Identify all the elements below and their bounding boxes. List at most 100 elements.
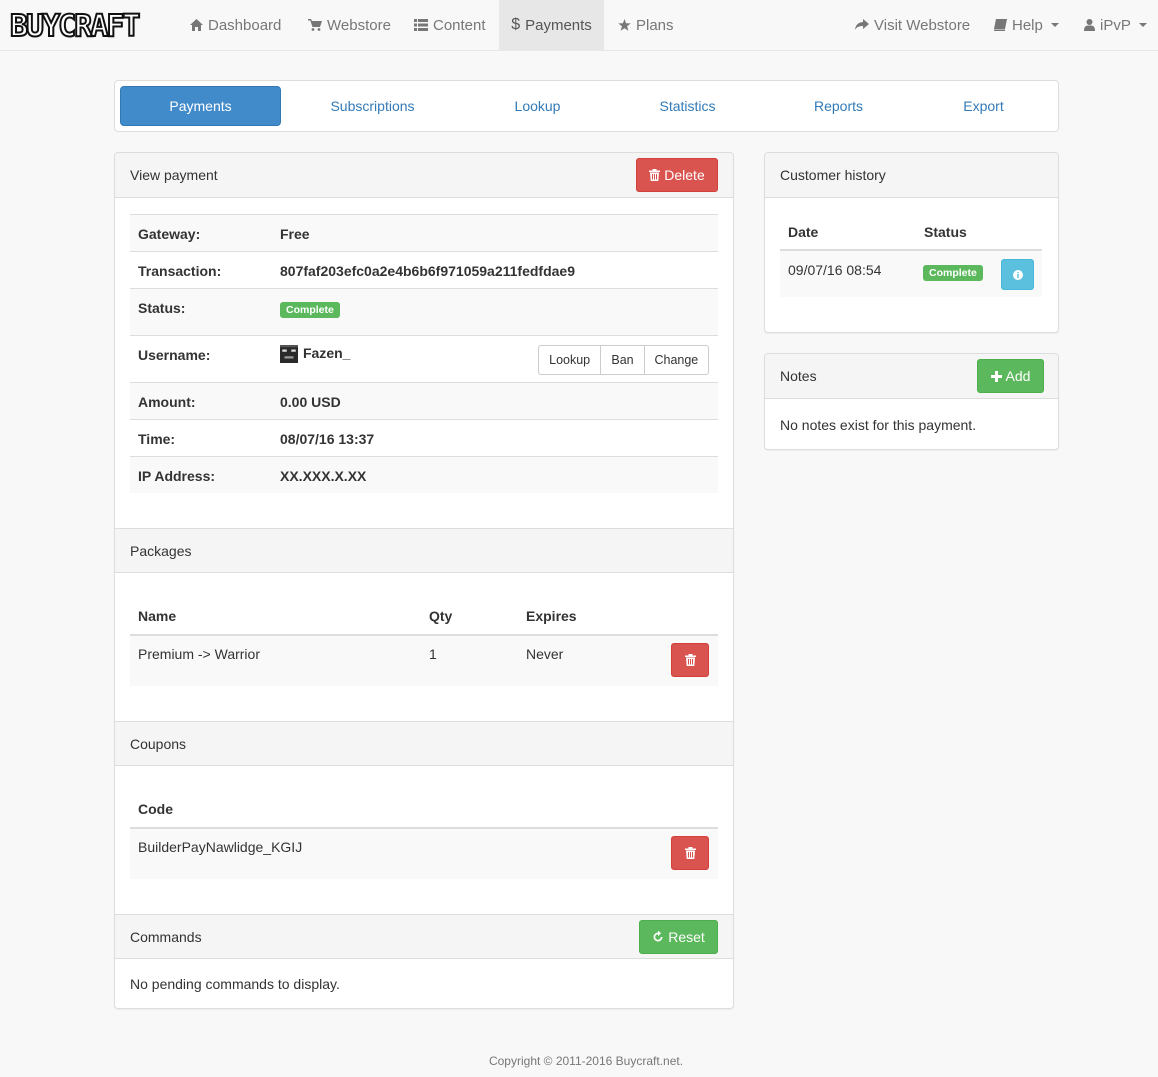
notes-heading: Notes Add <box>765 354 1058 399</box>
packages-heading: Packages <box>115 528 733 573</box>
subnav-payments[interactable]: Payments <box>120 86 281 126</box>
time-label: Time: <box>138 431 176 447</box>
nav-user-label: iPvP <box>1100 16 1131 34</box>
subnav-export[interactable]: Export <box>926 86 1041 126</box>
buycraft-logo[interactable]: BUYCRAFT <box>8 8 154 42</box>
status-value-wrap: Complete <box>280 300 340 318</box>
star-icon <box>618 19 631 31</box>
packages-header-name: Name <box>138 608 177 624</box>
add-label: Add <box>1005 368 1031 384</box>
notes-title: Notes <box>780 368 817 384</box>
username-value-wrap: Fazen_ <box>280 345 351 364</box>
nav-user-dropdown[interactable]: iPvP <box>1071 0 1158 50</box>
nav-payments-label: Payments <box>525 16 592 34</box>
chevron-down-icon <box>1138 23 1147 27</box>
notes-empty-text: No notes exist for this payment. <box>780 417 977 433</box>
gateway-value: Free <box>280 226 310 242</box>
status-label: Status: <box>138 300 186 316</box>
history-header-date: Date <box>788 224 819 240</box>
plus-icon <box>990 370 1002 382</box>
detail-row-ip: IP Address: XX.XXX.X.XX <box>130 456 718 493</box>
packages-title: Packages <box>130 543 192 559</box>
detail-row-status: Status: Complete <box>130 288 718 335</box>
trash-icon <box>649 169 661 181</box>
user-icon <box>1084 19 1095 31</box>
table-row: Premium -> Warrior 1 Never <box>130 636 718 686</box>
amount-label: Amount: <box>138 394 196 410</box>
nav-visit-webstore-label: Visit Webstore <box>874 16 971 34</box>
history-date: 09/07/16 08:54 <box>788 262 882 278</box>
trash-icon <box>684 654 696 666</box>
username-value: Fazen_ <box>303 345 351 361</box>
detail-row-gateway: Gateway: Free <box>130 214 718 251</box>
coupons-title: Coupons <box>130 736 187 752</box>
commands-title: Commands <box>130 929 202 945</box>
packages-header-expires: Expires <box>526 608 577 624</box>
nav-plans[interactable]: Plans <box>605 0 687 50</box>
lookup-user-button[interactable]: Lookup <box>539 346 600 374</box>
user-actions-group: Lookup Ban Change <box>538 345 709 375</box>
top-navbar: BUYCRAFT Dashboard Webstore Content $ Pa… <box>0 0 1158 51</box>
nav-help-dropdown[interactable]: Help <box>981 0 1072 50</box>
reset-commands-button[interactable]: Reset <box>639 920 718 954</box>
view-history-button[interactable] <box>1001 259 1034 290</box>
detail-row-amount: Amount: 0.00 USD <box>130 382 718 419</box>
subnav-subscriptions[interactable]: Subscriptions <box>300 86 445 126</box>
refresh-icon <box>652 931 664 943</box>
detail-row-transaction: Transaction: 807faf203efc0a2e4b6b6f97105… <box>130 251 718 288</box>
table-row: 09/07/16 08:54 Complete <box>780 251 1042 297</box>
coupons-header-code: Code <box>138 801 173 817</box>
subnav-statistics[interactable]: Statistics <box>630 86 745 126</box>
transaction-label: Transaction: <box>138 263 222 279</box>
list-icon <box>414 19 428 31</box>
ban-user-button[interactable]: Ban <box>600 346 643 374</box>
nav-payments[interactable]: $ Payments <box>499 0 604 50</box>
nav-help-label: Help <box>1012 16 1043 34</box>
customer-history-heading: Customer history <box>765 153 1058 198</box>
nav-dashboard[interactable]: Dashboard <box>177 0 294 50</box>
customer-history-panel: Customer history Date Status 09/07/16 08… <box>764 152 1059 333</box>
payments-subnav: Payments Subscriptions Lookup Statistics… <box>114 80 1059 132</box>
detail-row-time: Time: 08/07/16 13:37 <box>130 419 718 456</box>
view-payment-title: View payment <box>130 167 218 183</box>
dollar-icon: $ <box>511 16 521 33</box>
reset-label: Reset <box>668 929 705 945</box>
cart-icon <box>308 19 322 31</box>
delete-coupon-button[interactable] <box>671 836 709 870</box>
ip-value: XX.XXX.X.XX <box>280 468 367 484</box>
add-note-button[interactable]: Add <box>977 359 1044 393</box>
nav-dashboard-label: Dashboard <box>208 16 282 34</box>
notes-panel: Notes Add No notes exist for this paymen… <box>764 353 1059 450</box>
coupons-heading: Coupons <box>115 721 733 766</box>
change-user-button[interactable]: Change <box>643 346 708 374</box>
commands-empty-text: No pending commands to display. <box>130 976 340 992</box>
book-icon <box>994 19 1007 31</box>
gateway-label: Gateway: <box>138 226 201 242</box>
nav-content[interactable]: Content <box>401 0 499 50</box>
time-value: 08/07/16 13:37 <box>280 431 375 447</box>
package-qty: 1 <box>429 646 437 662</box>
delete-package-button[interactable] <box>671 643 709 677</box>
package-expires: Never <box>526 646 564 662</box>
trash-icon <box>684 847 696 859</box>
info-icon <box>1012 269 1023 280</box>
nav-visit-webstore[interactable]: Visit Webstore <box>842 0 983 50</box>
ip-label: IP Address: <box>138 468 216 484</box>
customer-history-title: Customer history <box>780 167 886 183</box>
share-icon <box>855 19 869 31</box>
detail-row-username: Username: Fazen_ Lookup Ban Change <box>130 335 718 382</box>
nav-webstore[interactable]: Webstore <box>295 0 404 50</box>
status-badge: Complete <box>280 302 340 318</box>
packages-header-qty: Qty <box>429 608 453 624</box>
nav-webstore-label: Webstore <box>327 16 391 34</box>
avatar <box>280 345 298 364</box>
amount-value: 0.00 USD <box>280 394 341 410</box>
transaction-value: 807faf203efc0a2e4b6b6f971059a211fedfdae9 <box>280 263 575 279</box>
delete-payment-button[interactable]: Delete <box>636 158 718 192</box>
view-payment-heading: View payment Delete <box>115 153 733 198</box>
subnav-reports[interactable]: Reports <box>781 86 896 126</box>
delete-label: Delete <box>664 167 705 183</box>
subnav-lookup[interactable]: Lookup <box>480 86 595 126</box>
payment-panel: View payment Delete Gateway: Free Transa… <box>114 152 734 1009</box>
history-status-wrap: Complete <box>923 263 983 281</box>
